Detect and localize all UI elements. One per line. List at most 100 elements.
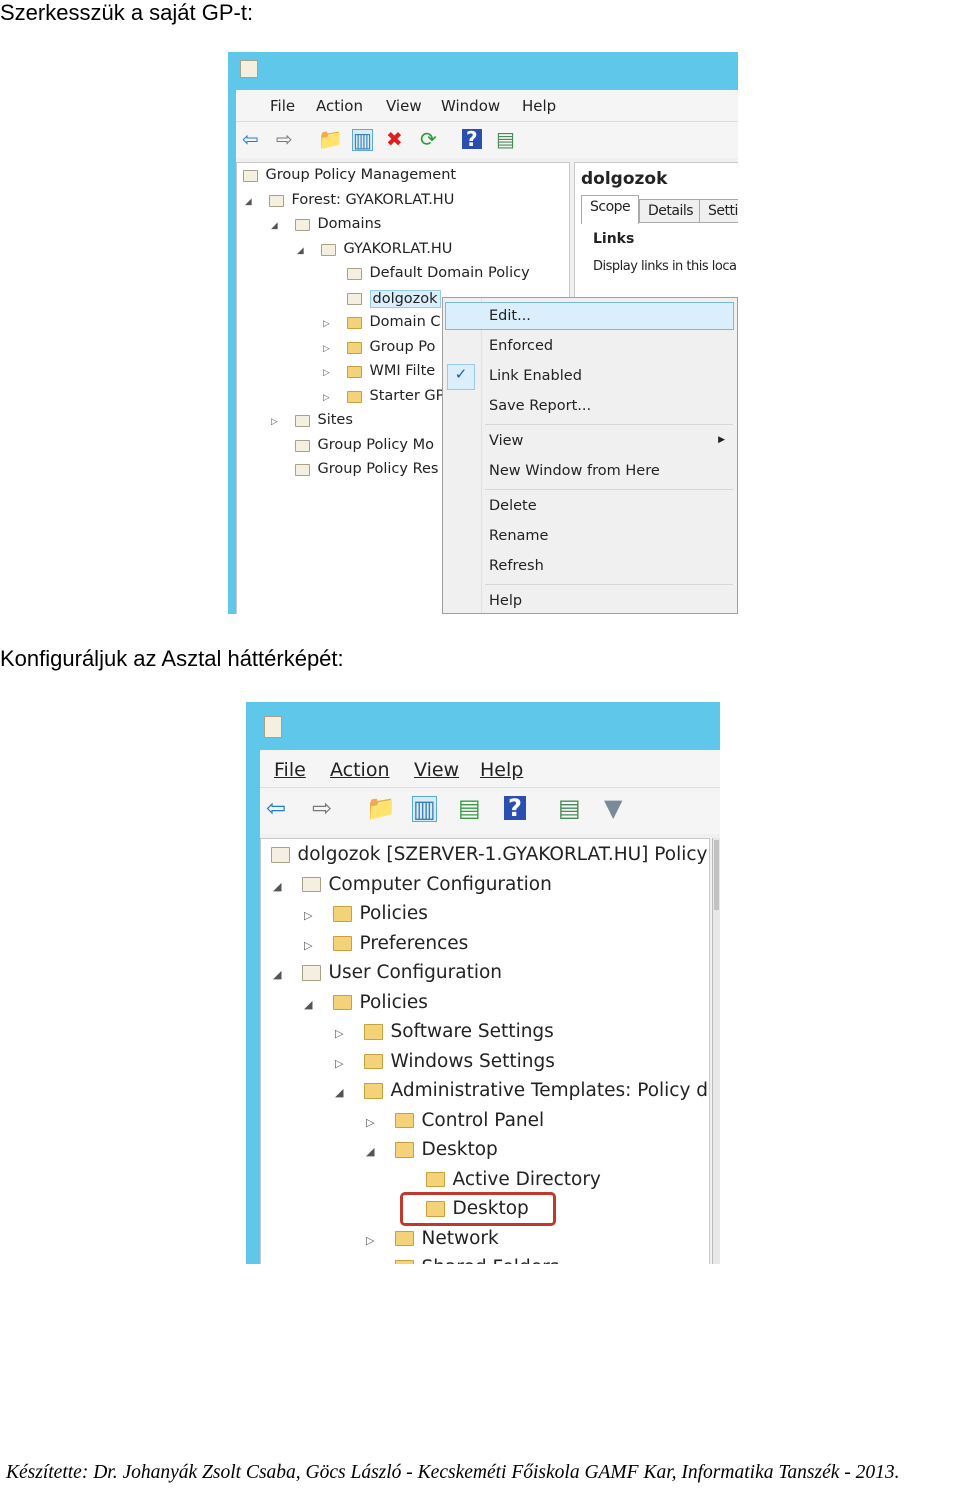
back-arrow-icon[interactable]: ⇦ [242,129,259,149]
tree-node[interactable]: Windows Settings [391,1051,555,1072]
up-folder-icon[interactable]: 📁 [366,796,396,820]
context-menu-link-enabled[interactable]: Link Enabled [489,368,582,384]
tree-node[interactable]: Default Domain Policy [370,265,530,281]
collapsed-toggle-icon[interactable]: ▷ [335,1027,344,1040]
tree-node[interactable]: Active Directory [453,1169,601,1190]
collapsed-toggle-icon[interactable]: ▷ [271,417,278,427]
menu-view[interactable]: View [414,759,459,781]
tab-setti[interactable]: Setti [699,199,738,223]
tab-scope[interactable]: Scope [581,195,640,224]
tree-node[interactable]: Computer Configuration [329,874,552,895]
folder-icon [333,994,352,1011]
tree-node[interactable]: Group Policy Management [266,167,457,183]
tree-node[interactable]: Sites [318,412,353,428]
collapsed-toggle-icon[interactable]: ▷ [323,344,330,354]
collapsed-toggle-icon[interactable]: ▷ [304,939,313,952]
expanded-toggle-icon[interactable]: ◢ [245,197,252,207]
tree-node[interactable]: Policies [360,992,428,1013]
tree-node[interactable]: Shared Folders [422,1257,560,1264]
tree-node[interactable]: Software Settings [391,1021,554,1042]
tree-node[interactable]: dolgozok [369,289,441,308]
refresh-icon[interactable]: ⟳ [420,129,437,149]
tree-node[interactable]: Domains [318,216,382,232]
collapsed-toggle-icon[interactable]: ▷ [366,1116,375,1129]
menu-separator [485,424,733,425]
tree-node[interactable]: Control Panel [422,1110,545,1131]
expanded-toggle-icon[interactable]: ◢ [273,968,282,981]
context-menu-edit[interactable]: Edit... [489,308,531,324]
expanded-toggle-icon[interactable]: ◢ [304,998,313,1011]
menu-window[interactable]: Window [441,97,500,115]
tree-node[interactable]: Desktop [422,1139,498,1160]
forward-arrow-icon[interactable]: ⇨ [276,129,293,149]
tree-node[interactable]: Desktop [453,1198,529,1219]
tree-node[interactable]: Group Po [370,339,436,355]
context-menu-delete[interactable]: Delete [489,498,537,514]
up-folder-icon[interactable]: 📁 [318,129,343,149]
collapsed-toggle-icon[interactable]: ▷ [323,393,330,403]
gpm-icon [243,170,258,183]
delete-icon[interactable]: ✖ [386,129,403,149]
folder-icon [333,906,352,922]
tree-node[interactable]: Forest: GYAKORLAT.HU [292,192,455,208]
back-arrow-icon[interactable]: ⇦ [266,796,286,820]
tree-node[interactable]: Policies [360,903,428,924]
menu-view[interactable]: View [386,97,422,115]
tree-node[interactable]: Starter GP [370,388,445,404]
expanded-toggle-icon[interactable]: ◢ [366,1145,375,1158]
folder-icon [395,1142,414,1158]
folder-icon [364,1024,383,1040]
menu-action[interactable]: Action [330,759,390,781]
context-menu-help[interactable]: Help [489,593,522,609]
menu-help[interactable]: Help [480,759,523,781]
menu-file[interactable]: File [274,759,306,781]
users-icon [302,965,321,981]
tree-node[interactable]: Preferences [360,933,469,954]
menu-help[interactable]: Help [522,97,556,115]
tree-node[interactable]: WMI Filte [370,363,436,379]
tree-node[interactable]: Network [422,1228,499,1249]
forward-arrow-icon[interactable]: ⇨ [312,796,332,820]
collapsed-toggle-icon[interactable]: ▷ [323,368,330,378]
collapsed-toggle-icon[interactable]: ▷ [366,1234,375,1247]
results-icon [295,464,310,477]
help-icon[interactable]: ? [462,128,482,149]
links-description: Display links in this loca [593,259,737,274]
show-hide-tree-icon[interactable]: ▥ [412,796,437,822]
action-pane-icon[interactable]: ▤ [558,796,581,820]
filter-icon[interactable]: ▼ [604,796,622,820]
folder-icon [333,935,352,952]
expanded-toggle-icon[interactable]: ◢ [335,1086,344,1099]
tree-node[interactable]: Domain C [370,314,441,330]
action-pane-icon[interactable]: ▤ [496,129,515,149]
context-menu-rename[interactable]: Rename [489,528,548,544]
toolbar: ⇦ ⇨ 📁 ▥ ▤? ▤ ▼ [260,788,720,834]
context-menu-save-report[interactable]: Save Report... [489,398,591,414]
expanded-toggle-icon[interactable]: ◢ [297,246,304,256]
tree-node[interactable]: User Configuration [329,962,503,983]
tree-node[interactable]: Group Policy Mo [318,437,434,453]
folder-icon [395,1260,414,1264]
menu-action[interactable]: Action [316,97,363,115]
collapsed-toggle-icon[interactable]: ▷ [304,909,313,922]
tree-node[interactable]: GYAKORLAT.HU [344,241,453,257]
scrollbar[interactable] [712,838,720,1264]
folder-icon [426,1171,445,1188]
context-menu-refresh[interactable]: Refresh [489,558,544,574]
tree-node[interactable]: Group Policy Res [318,461,439,477]
context-menu-view[interactable]: View [489,433,523,449]
context-menu-new-window-from-here[interactable]: New Window from Here [489,463,660,479]
help-icon[interactable]: ? [504,796,526,820]
collapsed-toggle-icon[interactable]: ▷ [335,1057,344,1070]
tree-node[interactable]: dolgozok [SZERVER-1.GYAKORLAT.HU] Policy [298,844,708,865]
export-list-icon[interactable]: ▤ [458,796,481,820]
tab-details[interactable]: Details [639,199,703,223]
expanded-toggle-icon[interactable]: ◢ [271,221,278,231]
expanded-toggle-icon[interactable]: ◢ [273,880,282,893]
domain-icon [321,243,336,256]
menu-file[interactable]: File [270,97,295,115]
tree-node[interactable]: Administrative Templates: Policy def [391,1080,710,1101]
show-hide-tree-icon[interactable]: ▥ [352,128,373,151]
collapsed-toggle-icon[interactable]: ▷ [323,319,330,329]
context-menu-enforced[interactable]: Enforced [489,338,553,354]
